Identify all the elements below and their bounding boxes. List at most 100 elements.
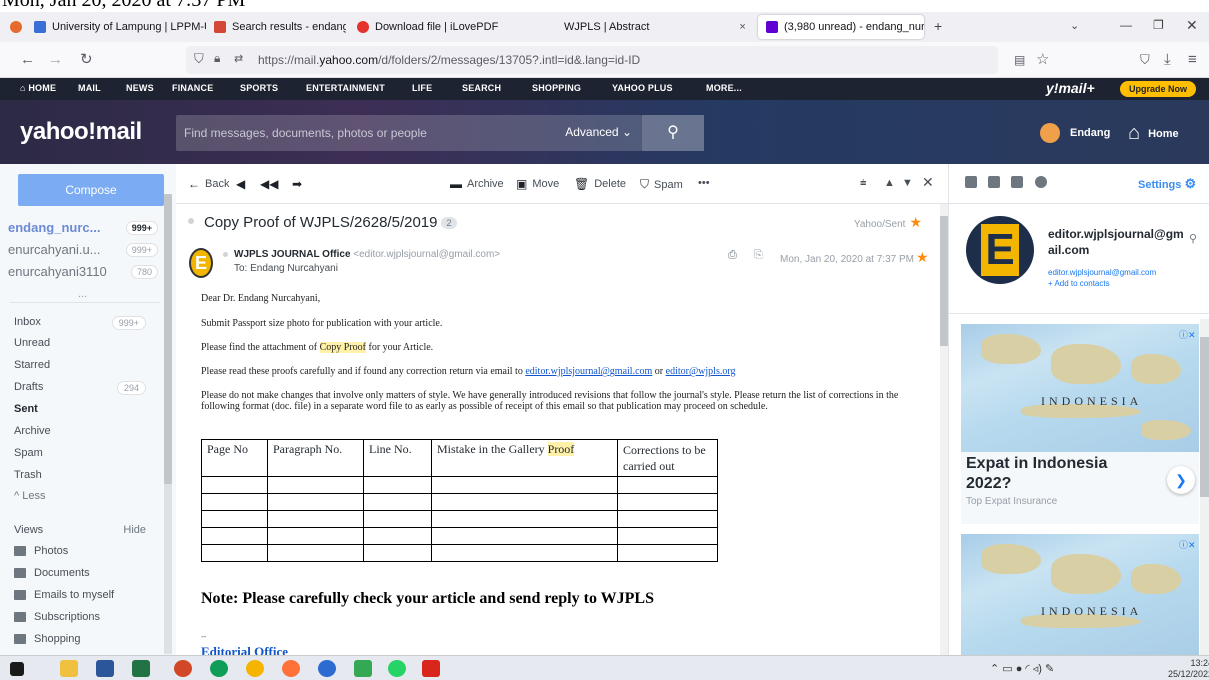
nav-home[interactable]: ⌂ HOME	[20, 83, 56, 93]
system-tray[interactable]: ⌃ ▭ ● ◜ ◃) ✎	[990, 662, 1054, 675]
forward-arrow-icon[interactable]: →	[48, 51, 63, 69]
more-accounts[interactable]: ...	[78, 288, 87, 300]
print-icon[interactable]: ⩧	[860, 177, 866, 190]
contact-card-icon[interactable]	[965, 176, 977, 188]
bookmark-star-icon[interactable]: ☆	[1036, 51, 1049, 69]
print-icon[interactable]: ⎙	[728, 249, 737, 262]
folder-spam[interactable]: Spam	[14, 447, 146, 459]
ad-card[interactable]: INDONESIA ⓘ✕	[961, 534, 1199, 655]
chevron-right-icon[interactable]: ❯	[1167, 466, 1195, 494]
sender-header[interactable]: E WJPLS JOURNAL Office <editor.wjplsjour…	[176, 240, 940, 280]
settings-button[interactable]: Settings ⚙	[1138, 176, 1196, 192]
nav-yahoo-plus[interactable]: YAHOO PLUS	[612, 83, 673, 93]
reply-all-button[interactable]: ◀◀	[260, 177, 283, 191]
less-toggle[interactable]: ^ Less	[14, 490, 146, 502]
tab-yahoo-mail[interactable]: (3,980 unread) - endang_nurcah ×	[758, 15, 924, 39]
acrobat-icon[interactable]	[422, 660, 440, 677]
pocket-icon[interactable]: ⛉	[1140, 51, 1150, 69]
tab-wjpls[interactable]: WJPLS | Abstract ×	[564, 12, 754, 42]
more-actions-button[interactable]: •••	[698, 177, 710, 189]
nav-finance[interactable]: FINANCE	[172, 83, 213, 93]
file-explorer-icon[interactable]	[60, 660, 78, 677]
ad-close-icon[interactable]: ⓘ✕	[1179, 538, 1196, 551]
reader-view-icon[interactable]: ▤	[1014, 51, 1025, 69]
yahoo-mail-logo[interactable]: yahoo!mail	[20, 118, 142, 146]
download-icon[interactable]: ⤓	[1164, 51, 1171, 69]
edge-icon[interactable]	[210, 660, 228, 677]
view-documents[interactable]: Documents	[14, 567, 90, 579]
word-icon[interactable]	[96, 660, 114, 677]
views-hide-button[interactable]: Hide	[123, 524, 146, 536]
folder-trash[interactable]: Trash	[14, 469, 146, 481]
chevron-down-icon[interactable]: ⌄	[1070, 19, 1079, 32]
delete-button[interactable]: 🗑︎ Delete	[574, 177, 626, 191]
email-link[interactable]: editor@wjpls.org	[666, 366, 736, 377]
tab-lppm[interactable]: University of Lampung | LPPM-U ×	[34, 12, 206, 42]
nav-entertainment[interactable]: ENTERTAINMENT	[306, 83, 385, 93]
user-menu[interactable]: Endang	[1040, 123, 1110, 143]
lock-icon[interactable]: 🔒︎	[214, 51, 220, 66]
attachment-icon[interactable]: ⎘	[754, 249, 763, 262]
folder-drafts[interactable]: Drafts 294	[14, 381, 146, 395]
right-panel-scrollbar[interactable]	[1200, 319, 1209, 655]
previous-icon[interactable]: ▲	[884, 177, 895, 189]
powerpoint-icon[interactable]	[174, 660, 192, 677]
reload-icon[interactable]: ↻	[80, 51, 93, 69]
sidebar-scrollbar[interactable]	[164, 194, 172, 654]
calendar-icon[interactable]	[988, 176, 1000, 188]
folder-inbox[interactable]: Inbox 999+	[14, 316, 146, 330]
shield-icon[interactable]: ⛉	[194, 51, 204, 67]
advanced-search-button[interactable]: Advanced ⌄	[565, 125, 632, 139]
close-window-icon[interactable]: ✕	[1186, 17, 1198, 34]
nav-news[interactable]: NEWS	[126, 83, 154, 93]
scrollbar-thumb[interactable]	[940, 216, 948, 346]
minimize-icon[interactable]: —	[1120, 18, 1132, 32]
search-input[interactable]: Find messages, documents, photos or peop…	[176, 115, 642, 151]
upgrade-now-button[interactable]: Upgrade Now	[1120, 81, 1196, 97]
folder-archive[interactable]: Archive	[14, 425, 146, 437]
account-item[interactable]: enurcahyani3110 780	[8, 264, 158, 279]
account-item[interactable]: endang_nurc... 999+	[8, 220, 158, 235]
folder-unread[interactable]: Unread	[14, 337, 146, 349]
folder-sent[interactable]: Sent	[14, 403, 146, 415]
view-photos[interactable]: Photos	[14, 545, 68, 557]
nav-life[interactable]: LIFE	[412, 83, 432, 93]
ad-close-icon[interactable]: ⓘ✕	[1179, 328, 1196, 341]
tab-gmail-search[interactable]: Search results - endang.nurcahy ×	[214, 12, 346, 42]
permissions-icon[interactable]: ⇄	[234, 52, 243, 65]
scrollbar-thumb[interactable]	[164, 194, 172, 484]
search-icon[interactable]: ⚲	[1189, 232, 1197, 245]
search-button[interactable]: ⚲	[642, 115, 704, 151]
ymail-plus-logo[interactable]: y!mail+	[1046, 80, 1095, 96]
view-shopping[interactable]: Shopping	[14, 633, 81, 645]
nav-mail[interactable]: MAIL	[78, 83, 101, 93]
reply-button[interactable]: ◀	[236, 177, 250, 191]
add-to-contacts-link[interactable]: + Add to contacts	[1048, 279, 1110, 288]
back-arrow-icon[interactable]: ←	[20, 51, 35, 69]
back-button[interactable]: ← Back	[188, 177, 229, 191]
new-tab-button[interactable]: +	[934, 18, 942, 34]
contact-email[interactable]: editor.wjplsjournal@gmail.com	[1048, 268, 1156, 277]
nav-shopping[interactable]: SHOPPING	[532, 83, 581, 93]
ad-card[interactable]: INDONESIA ⓘ✕ Expat in Indonesia 2022? To…	[961, 324, 1199, 524]
drive-icon[interactable]	[354, 660, 372, 677]
nav-sports[interactable]: SPORTS	[240, 83, 278, 93]
tab-ilovepdf[interactable]: Download file | iLovePDF ×	[357, 12, 527, 42]
firefox-menu-icon[interactable]	[10, 21, 22, 33]
nav-search[interactable]: SEARCH	[462, 83, 501, 93]
scrollbar-thumb[interactable]	[1200, 337, 1209, 497]
close-icon[interactable]: ×	[739, 21, 745, 33]
zoom-icon[interactable]	[318, 660, 336, 677]
folder-starred[interactable]: Starred	[14, 359, 146, 371]
view-subscriptions[interactable]: Subscriptions	[14, 611, 100, 623]
account-item[interactable]: enurcahyani.u... 999+	[8, 242, 158, 257]
compose-button[interactable]: Compose	[18, 174, 164, 206]
email-link[interactable]: editor.wjplsjournal@gmail.com	[525, 366, 652, 377]
close-icon[interactable]: ✕	[922, 174, 934, 191]
firefox-icon[interactable]	[282, 660, 300, 677]
restore-icon[interactable]: ❐	[1153, 18, 1164, 32]
star-icon[interactable]: ★	[909, 214, 922, 230]
url-bar[interactable]: ⛉ 🔒︎ ⇄ https://mail.yahoo.com/d/folders/…	[186, 46, 998, 74]
spam-button[interactable]: ⛉ Spam	[640, 177, 683, 192]
start-icon[interactable]	[10, 662, 24, 676]
